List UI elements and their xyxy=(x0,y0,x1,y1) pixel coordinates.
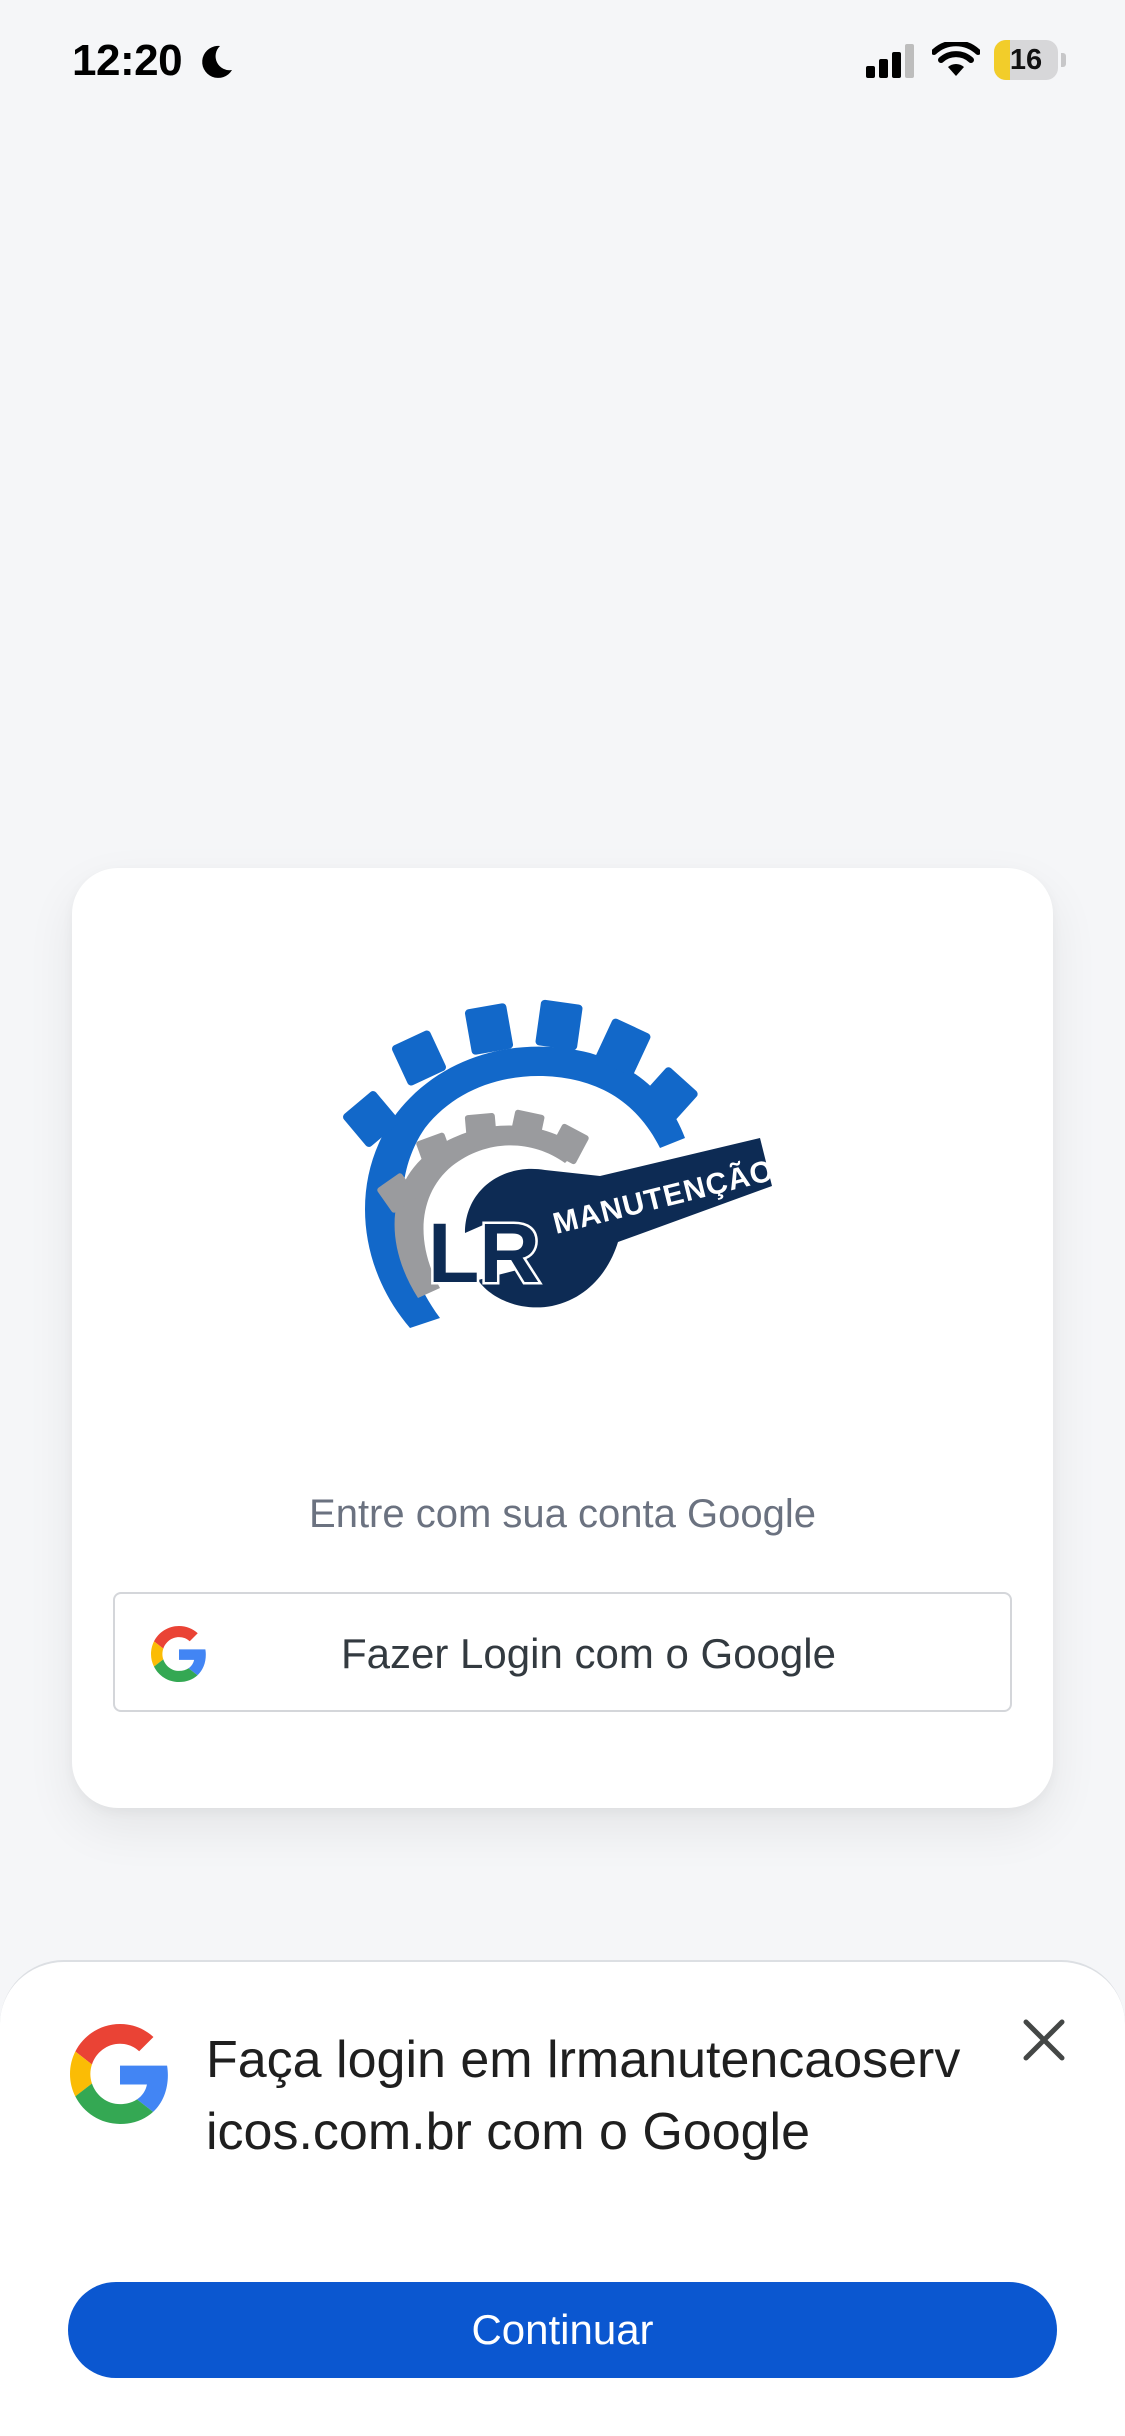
google-login-button[interactable]: Fazer Login com o Google xyxy=(113,1592,1012,1712)
google-one-tap-sheet: Faça login em lrmanutencaoservicos.com.b… xyxy=(0,1960,1125,2436)
lr-manutencao-logo: LR MANUTENÇÃO xyxy=(343,999,778,1328)
google-login-button-label: Fazer Login com o Google xyxy=(341,1630,836,1677)
status-time: 12:20 xyxy=(72,36,183,85)
moon-icon xyxy=(202,45,232,78)
logo-letters: LR xyxy=(428,1206,540,1300)
cellular-signal-icon xyxy=(866,44,914,78)
wifi-icon xyxy=(932,42,980,76)
sheet-title: Faça login em lrmanutencaoservicos.com.b… xyxy=(206,2031,961,2161)
continue-button[interactable]: Continuar xyxy=(68,2282,1057,2378)
login-card: LR MANUTENÇÃO Entre com sua conta Google… xyxy=(72,868,1053,1808)
login-subtitle: Entre com sua conta Google xyxy=(309,1492,816,1536)
login-screen: 12:20 16 LR MANUTENÇÃO Entre com sua con… xyxy=(0,0,1125,2436)
battery-charging-icon: 16 xyxy=(994,40,1066,80)
google-g-icon xyxy=(70,2024,168,2124)
status-bar: 12:20 16 xyxy=(0,0,1125,120)
continue-button-label: Continuar xyxy=(471,2306,654,2353)
battery-level: 16 xyxy=(1009,44,1043,76)
close-icon[interactable] xyxy=(1016,2012,1072,2068)
